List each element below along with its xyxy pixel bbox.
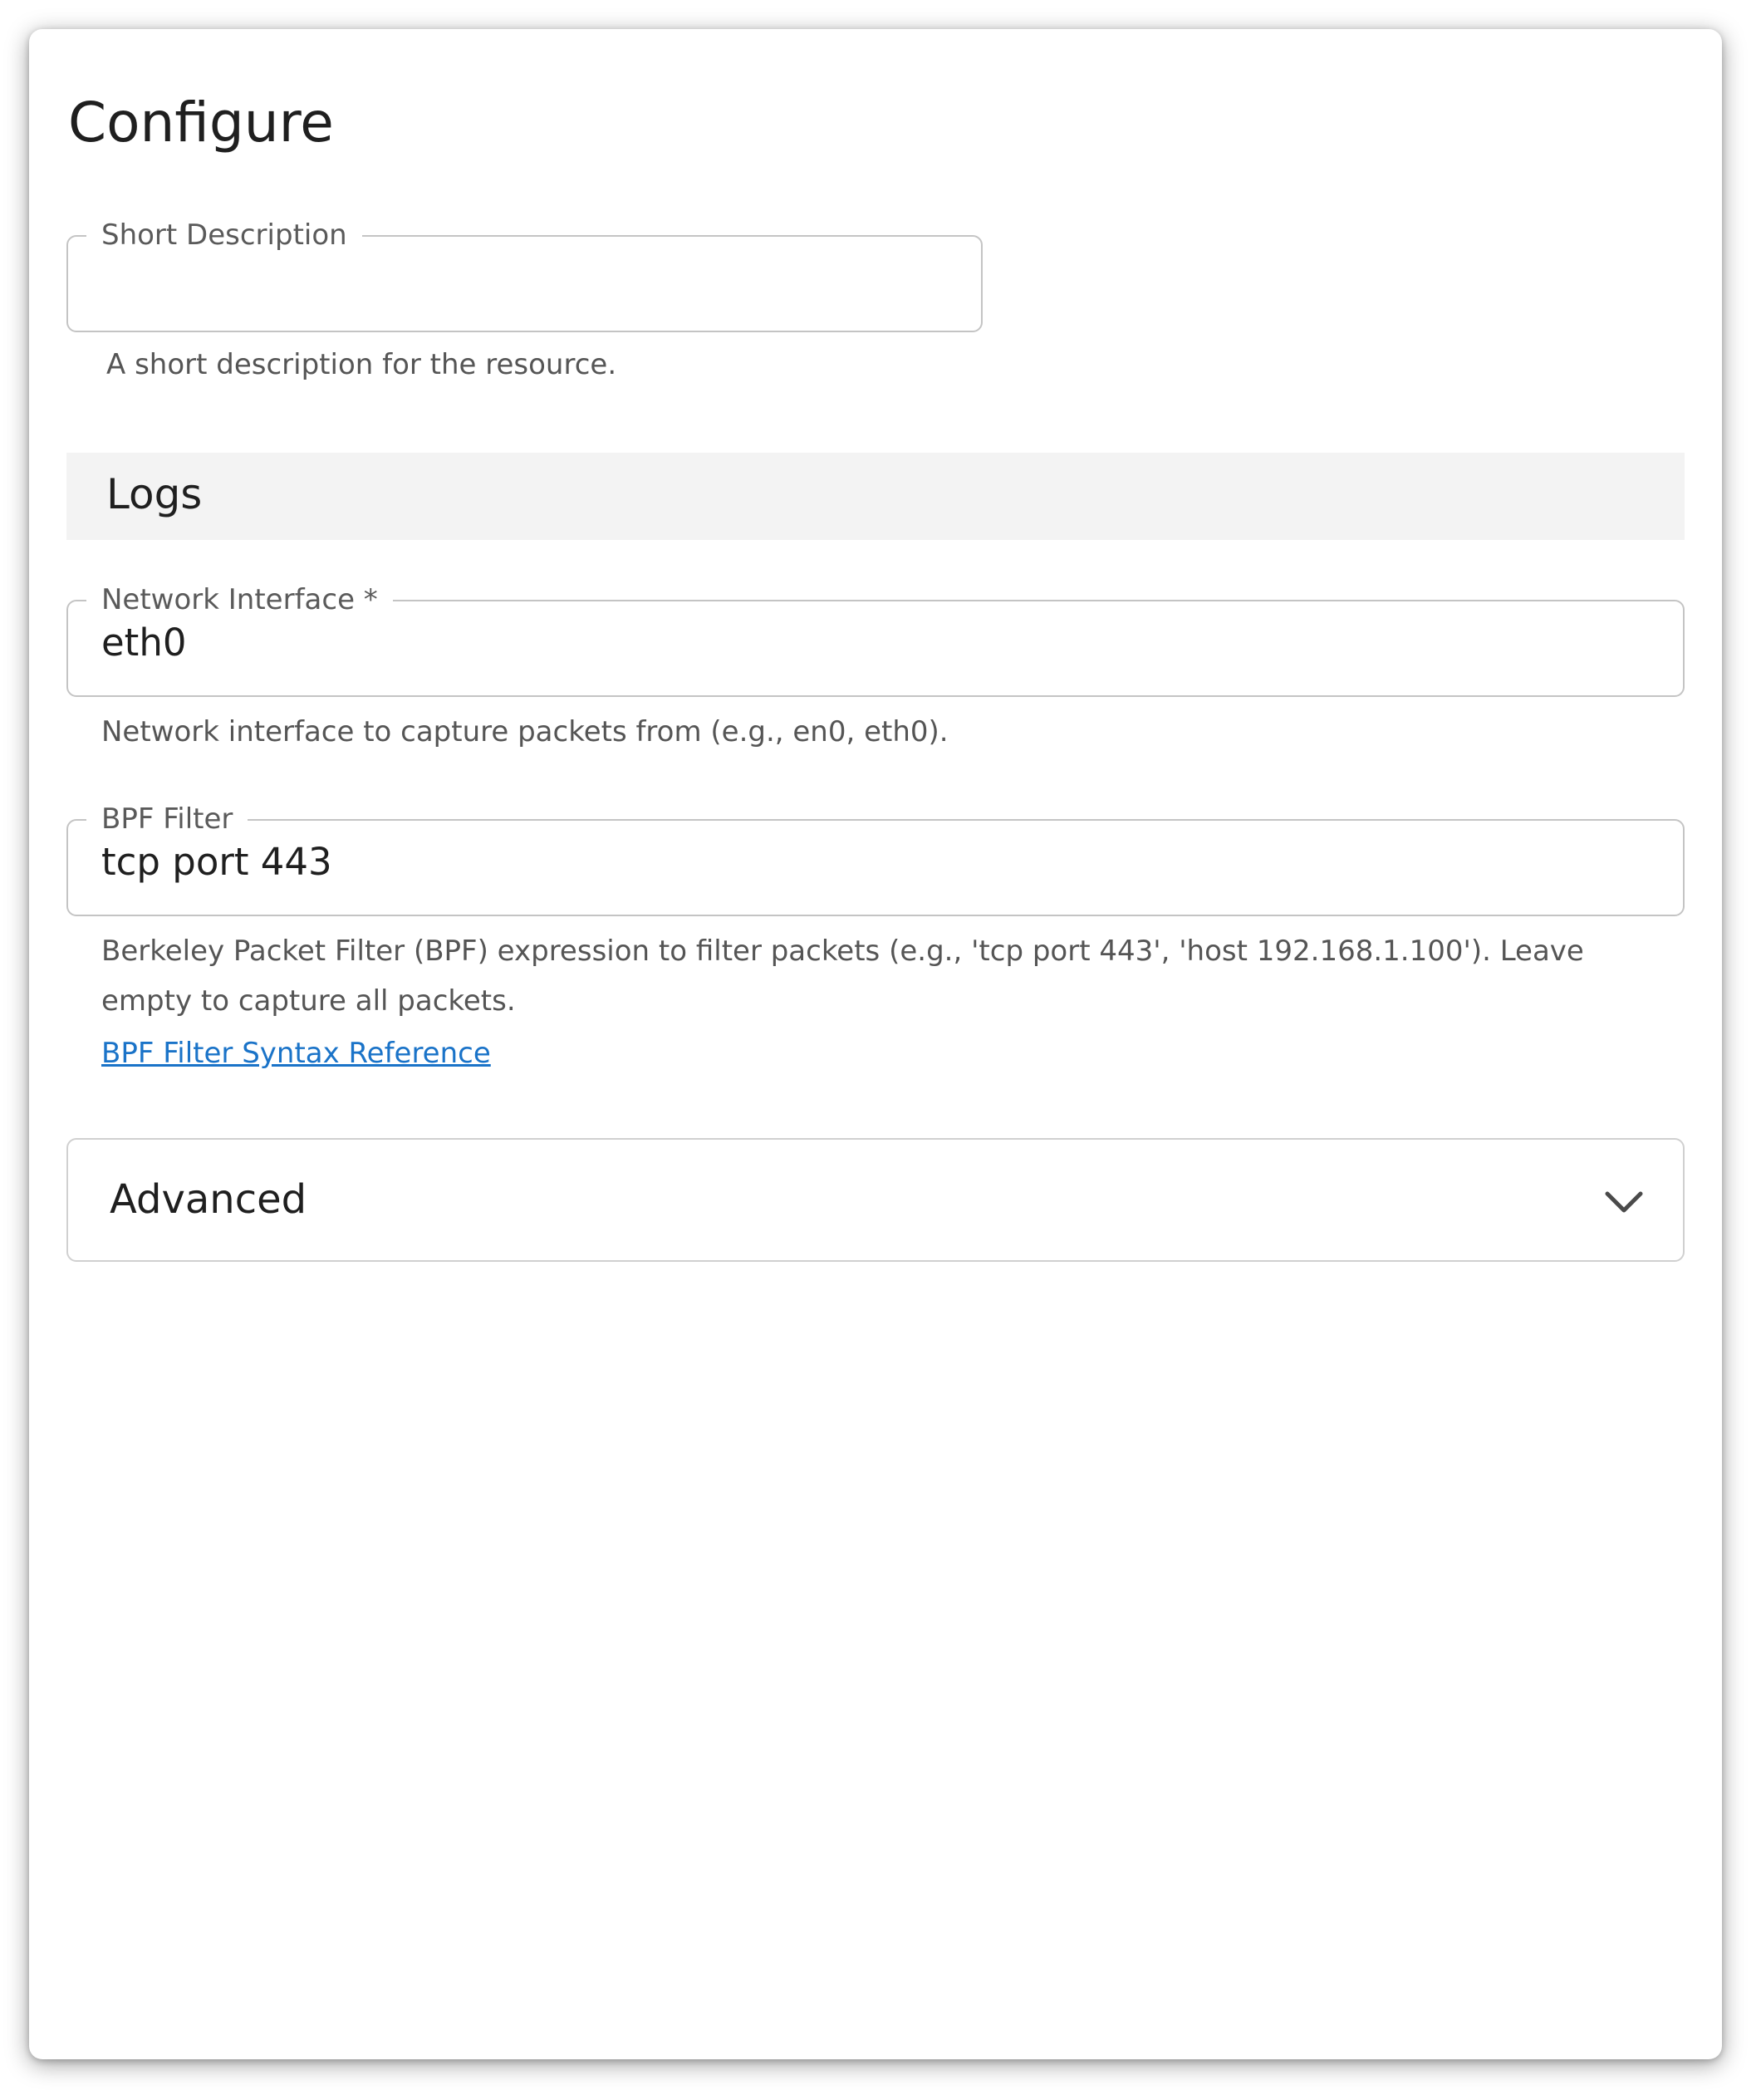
bpf-filter-syntax-link[interactable]: BPF Filter Syntax Reference <box>101 1033 491 1074</box>
network-interface-helper: Network interface to capture packets fro… <box>101 715 949 748</box>
bpf-filter-input[interactable] <box>101 837 1650 887</box>
logs-section-title: Logs <box>106 470 203 518</box>
short-description-helper: A short description for the resource. <box>106 348 617 381</box>
bpf-filter-label: BPF Filter <box>86 801 248 837</box>
network-interface-field[interactable]: Network Interface * <box>66 581 1685 697</box>
chevron-down-icon <box>1605 1191 1643 1213</box>
network-interface-input[interactable] <box>101 618 1650 668</box>
configure-panel: Configure Short Description A short desc… <box>29 29 1722 2059</box>
short-description-input[interactable] <box>101 253 948 303</box>
short-description-label: Short Description <box>86 217 362 253</box>
bpf-filter-helper: Berkeley Packet Filter (BPF) expression … <box>101 935 1584 1018</box>
advanced-accordion[interactable]: Advanced <box>66 1138 1685 1262</box>
bpf-filter-field[interactable]: BPF Filter <box>66 801 1685 916</box>
logs-section-header: Logs <box>66 453 1685 540</box>
short-description-field[interactable]: Short Description <box>66 217 983 332</box>
advanced-accordion-label: Advanced <box>110 1176 307 1223</box>
network-interface-label: Network Interface * <box>86 581 393 618</box>
page-title: Configure <box>68 91 334 155</box>
